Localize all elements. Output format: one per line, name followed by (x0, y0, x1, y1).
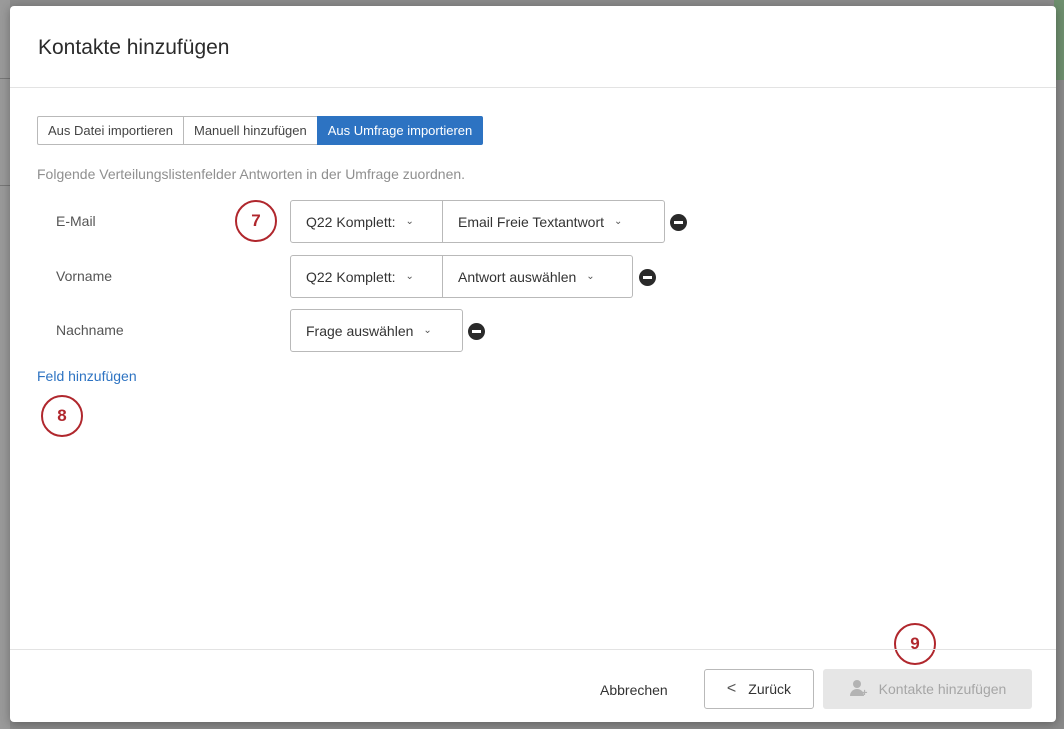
select-value: Email Freie Textantwort (458, 213, 605, 230)
callout-7: 7 (235, 200, 277, 242)
select-value: Antwort auswählen (458, 268, 577, 285)
dialog-title: Kontakte hinzufügen (38, 36, 230, 59)
field-label-email: E-Mail (56, 213, 96, 229)
chevron-down-icon: ⌄ (586, 271, 595, 282)
chevron-down-icon: ⌄ (405, 271, 414, 282)
lastname-question-select[interactable]: Frage auswählen ⌄ (290, 309, 463, 352)
firstname-answer-select[interactable]: Antwort auswählen ⌄ (443, 255, 633, 298)
field-label-firstname: Vorname (56, 268, 113, 284)
add-contacts-dialog: Kontakte hinzufügen Aus Datei importiere… (10, 6, 1056, 722)
add-contacts-button[interactable]: + Kontakte hinzufügen (823, 669, 1032, 709)
cancel-button[interactable]: Abbrechen (600, 682, 668, 698)
remove-field-icon[interactable] (468, 323, 485, 340)
field-label-lastname: Nachname (56, 322, 124, 338)
mapping-instruction: Folgende Verteilungslistenfelder Antwort… (37, 166, 466, 182)
chevron-left-icon: < (726, 680, 737, 697)
backdrop-divider (0, 78, 10, 79)
add-person-icon: + (849, 680, 869, 699)
select-value: Q22 Komplett: (306, 213, 396, 230)
tab-import-from-file[interactable]: Aus Datei importieren (37, 116, 184, 145)
email-answer-select[interactable]: Email Freie Textantwort ⌄ (443, 200, 665, 243)
add-contacts-button-label: Kontakte hinzufügen (878, 681, 1007, 697)
chevron-down-icon: ⌄ (405, 216, 414, 227)
dialog-header: Kontakte hinzufügen (10, 6, 1056, 88)
add-field-link[interactable]: Feld hinzufügen (37, 368, 137, 384)
tab-import-from-survey[interactable]: Aus Umfrage importieren (316, 116, 484, 145)
back-button[interactable]: < Zurück (704, 669, 814, 709)
select-value: Q22 Komplett: (306, 268, 396, 285)
email-question-select[interactable]: Q22 Komplett: ⌄ (290, 200, 443, 243)
chevron-down-icon: ⌄ (614, 216, 623, 227)
remove-field-icon[interactable] (670, 214, 687, 231)
select-value: Frage auswählen (306, 322, 414, 339)
firstname-question-select[interactable]: Q22 Komplett: ⌄ (290, 255, 443, 298)
import-method-tabs: Aus Datei importieren Manuell hinzufügen… (37, 116, 484, 145)
tab-add-manually[interactable]: Manuell hinzufügen (183, 116, 318, 145)
back-button-label: Zurück (748, 681, 792, 697)
footer-divider (10, 649, 1056, 650)
backdrop (0, 0, 10, 729)
remove-field-icon[interactable] (639, 269, 656, 286)
callout-9: 9 (894, 623, 936, 665)
callout-8: 8 (41, 395, 83, 437)
chevron-down-icon: ⌄ (423, 325, 432, 336)
backdrop-divider (0, 185, 10, 186)
